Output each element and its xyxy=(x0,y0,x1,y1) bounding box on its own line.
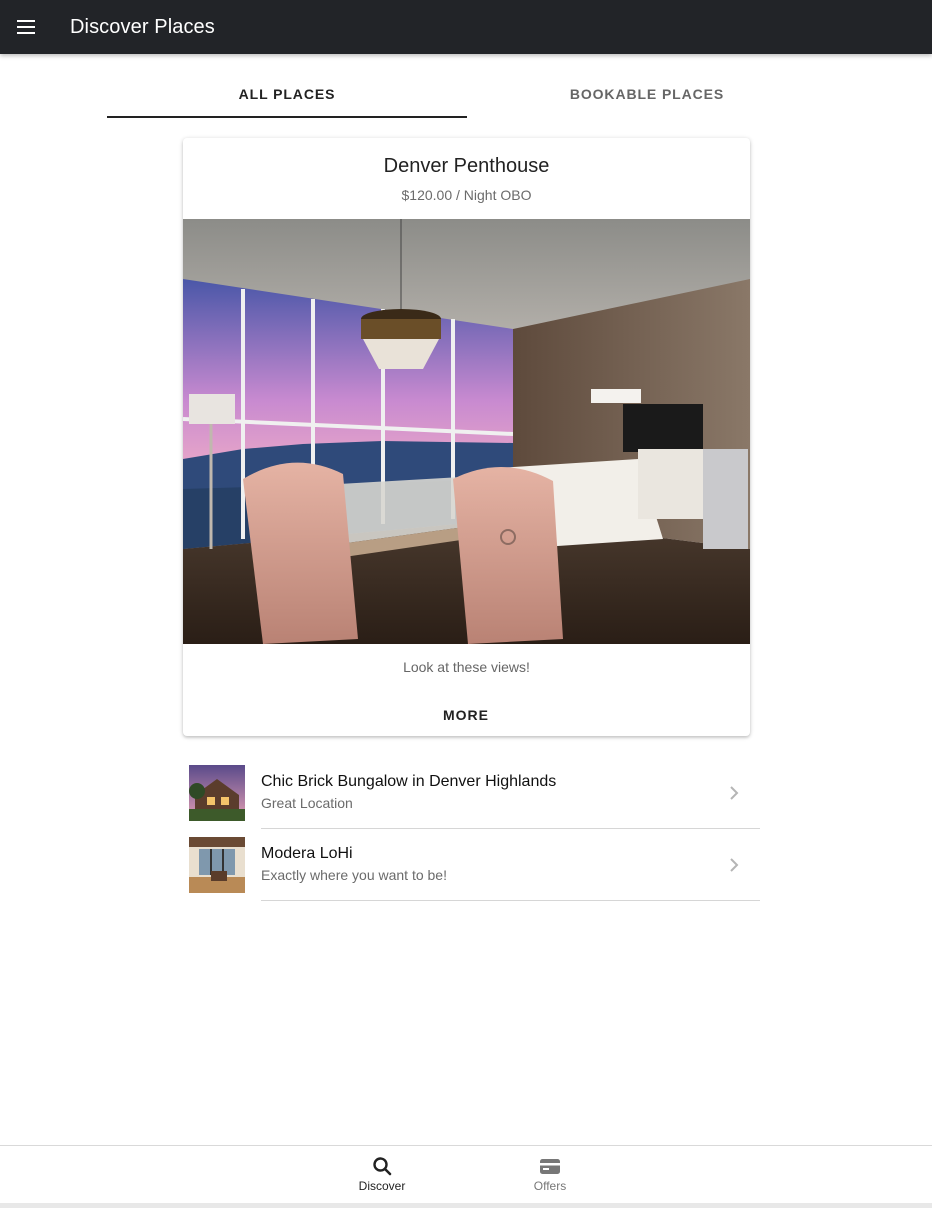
featured-title: Denver Penthouse xyxy=(383,155,550,177)
list-item-subtitle: Great Location xyxy=(261,795,353,811)
list-item[interactable]: Modera LoHi Exactly where you want to be… xyxy=(189,829,760,901)
tab-offers[interactable]: Offers xyxy=(466,1146,634,1204)
tab-all-places[interactable]: ALL PLACES xyxy=(107,74,467,118)
search-icon xyxy=(373,1157,392,1176)
featured-description: Look at these views! xyxy=(403,659,530,675)
list-item-subtitle: Exactly where you want to be! xyxy=(261,867,447,883)
featured-image[interactable] xyxy=(183,219,750,644)
app-root: Discover Places ALL PLACES BOOKABLE PLAC… xyxy=(0,0,932,1208)
bottom-strip xyxy=(0,1203,932,1208)
menu-button[interactable] xyxy=(0,0,52,54)
list-item-title: Modera LoHi xyxy=(261,845,353,862)
tab-bookable-places[interactable]: BOOKABLE PLACES xyxy=(467,74,827,118)
featured-place-card: Denver Penthouse $120.00 / Night OBO Loo… xyxy=(183,138,750,736)
list-divider xyxy=(261,900,760,901)
list-item-title: Chic Brick Bungalow in Denver Highlands xyxy=(261,773,557,790)
more-button[interactable]: MORE xyxy=(416,700,516,730)
toolbar: Discover Places xyxy=(0,0,932,54)
tab-offers-label: Offers xyxy=(533,1179,567,1193)
list-item-text: Modera LoHi Exactly where you want to be… xyxy=(261,845,720,883)
places-list: Chic Brick Bungalow in Denver Highlands … xyxy=(189,757,760,901)
place-thumbnail xyxy=(189,765,245,821)
chevron-forward-icon xyxy=(730,858,739,872)
place-thumbnail xyxy=(189,837,245,893)
tab-discover-label: Discover xyxy=(358,1179,406,1193)
tab-discover[interactable]: Discover xyxy=(298,1146,466,1204)
segment-tabs: ALL PLACES BOOKABLE PLACES xyxy=(107,74,827,118)
bottom-tab-bar: Discover Offers xyxy=(0,1145,932,1203)
featured-price: $120.00 / Night OBO xyxy=(401,187,532,203)
list-item[interactable]: Chic Brick Bungalow in Denver Highlands … xyxy=(189,757,760,829)
menu-icon xyxy=(17,20,35,34)
card-icon xyxy=(540,1159,560,1174)
chevron-forward-icon xyxy=(730,786,739,800)
page-title: Discover Places xyxy=(70,15,215,38)
list-item-text: Chic Brick Bungalow in Denver Highlands … xyxy=(261,773,720,811)
